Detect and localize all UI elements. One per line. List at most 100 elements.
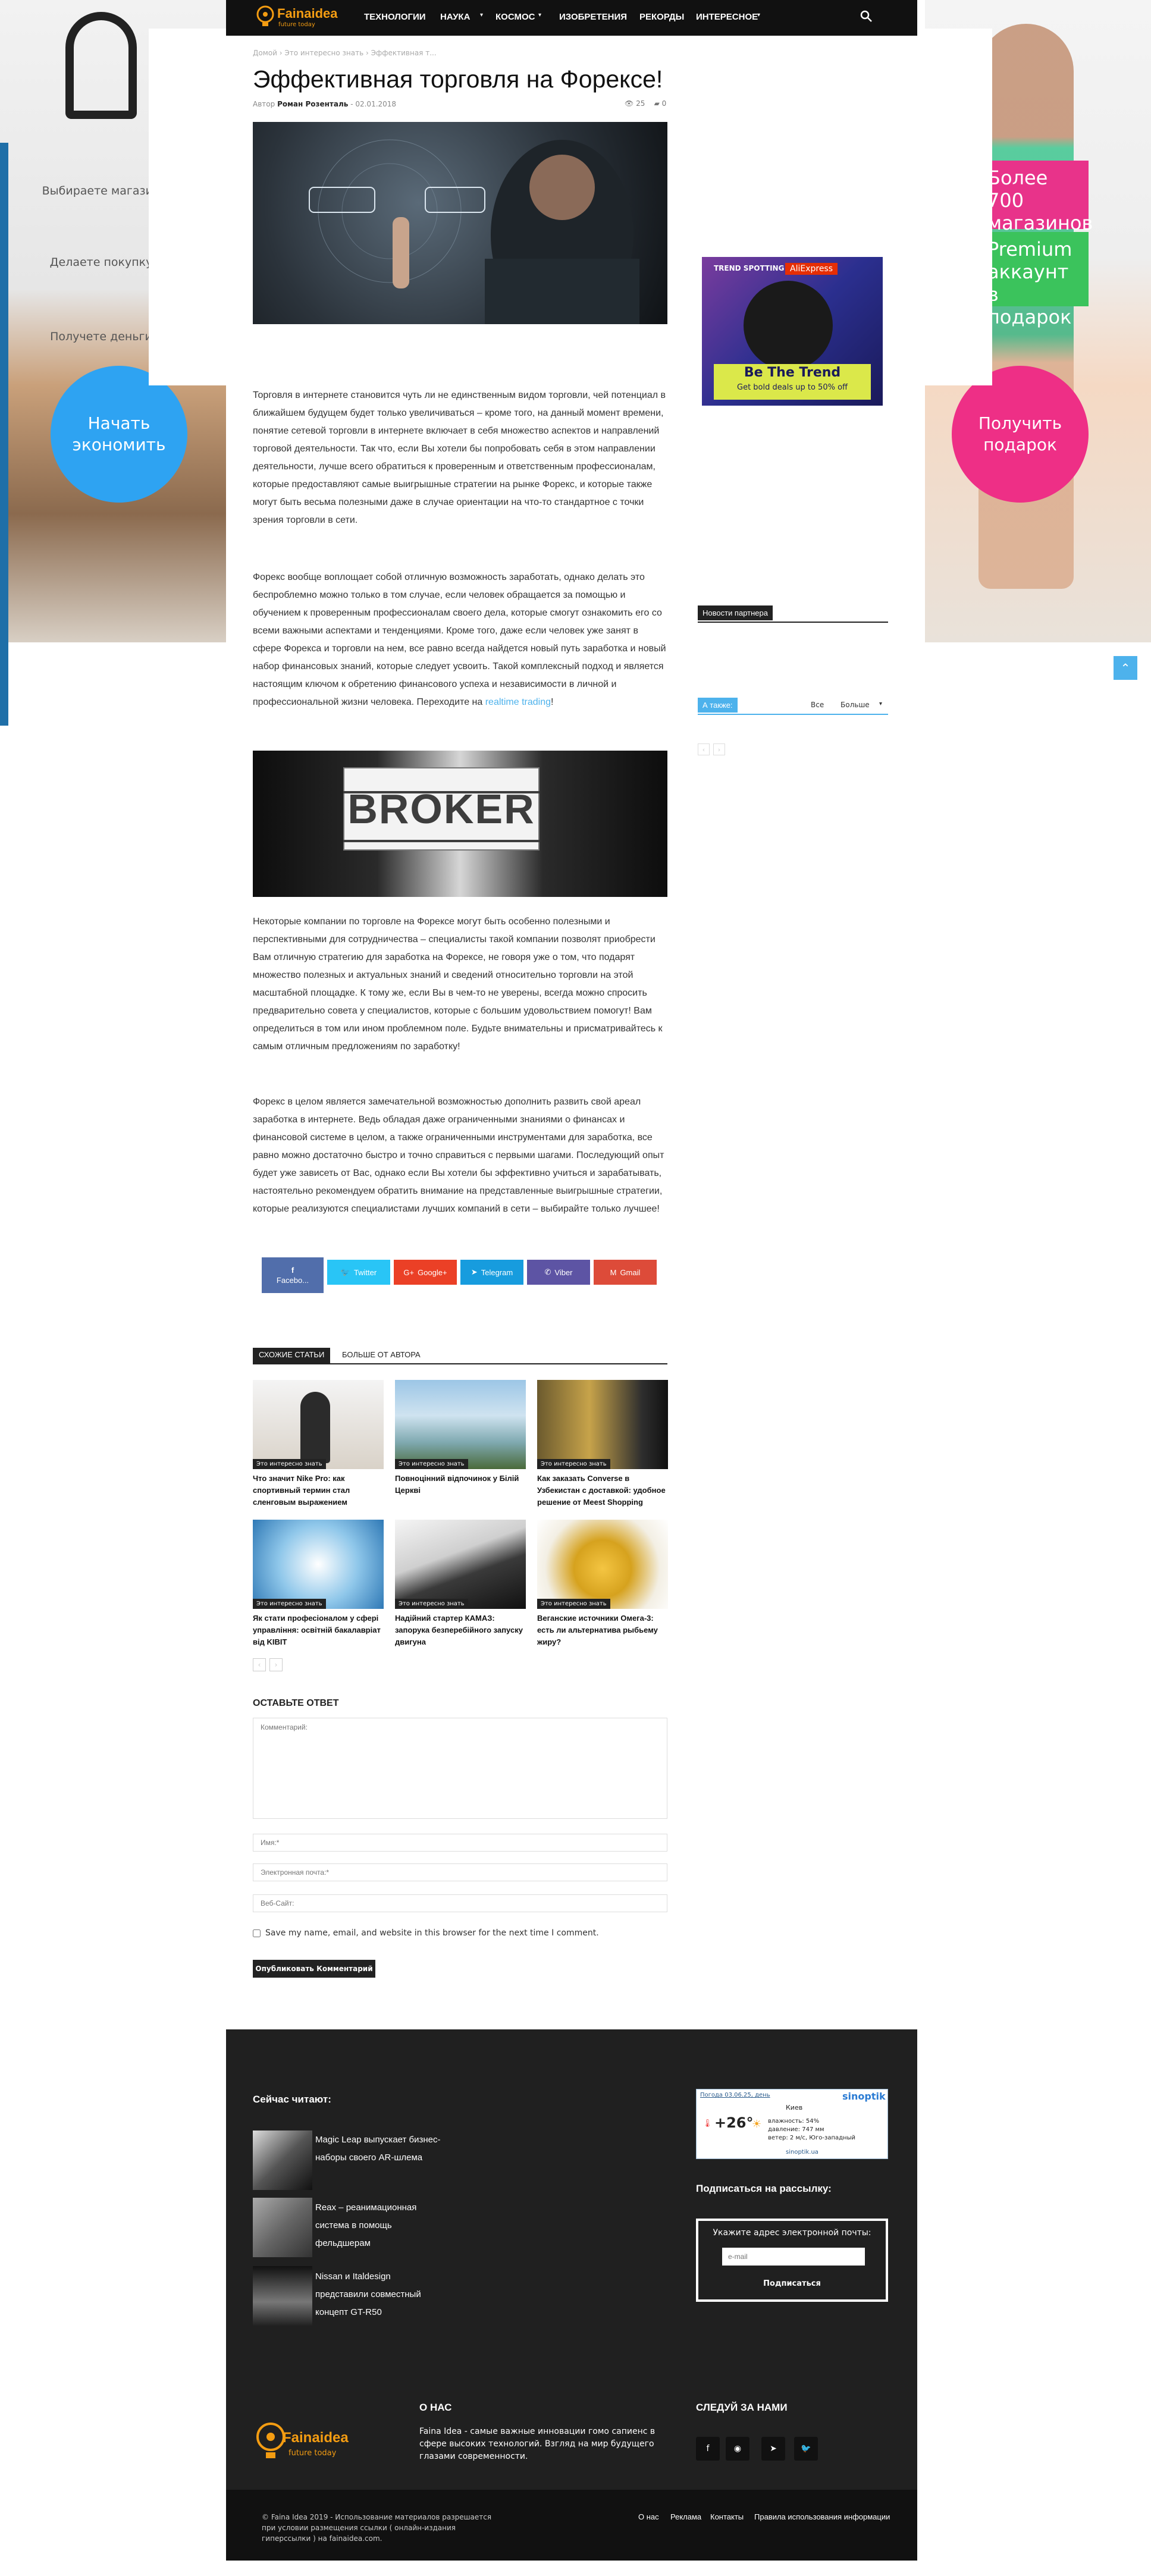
share-gmail-button[interactable]: M Gmail [594,1260,657,1285]
footer-post-image[interactable] [253,2131,312,2190]
related-title[interactable]: Веганские источники Омега-3: есть ли аль… [537,1612,668,1648]
scroll-to-top-button[interactable]: ⌃ [1114,656,1137,680]
category-badge[interactable]: Это интересно знать [253,1459,326,1469]
related-image[interactable]: Это интересно знать [395,1380,526,1469]
save-info-label: Save my name, email, and website in this… [265,1928,599,1938]
tab-related[interactable]: СХОЖИЕ СТАТЬИ [253,1348,331,1363]
share-twitter-label: Twitter [353,1267,377,1277]
search-icon[interactable] [860,10,874,24]
category-badge[interactable]: Это интересно знать [395,1599,468,1609]
ad-brand: AliExpress [785,263,838,275]
share-google-button[interactable]: G+ Google+ [394,1260,457,1285]
next-page-button[interactable]: › [269,1658,283,1671]
comments-count[interactable]: 0 [662,99,667,108]
nav-item-space[interactable]: КОСМОС [495,12,535,22]
subscribe-button[interactable]: Подписаться [698,2279,886,2288]
telegram-icon[interactable]: ➤ [761,2437,785,2461]
related-image[interactable]: Это интересно знать [395,1520,526,1609]
realtime-trading-link[interactable]: realtime trading [485,697,551,707]
thermometer-icon: 🌡 [702,2119,713,2128]
footer-post-title[interactable]: Nissan и Italdesign представили совместн… [315,2268,446,2321]
nav-item-science[interactable]: НАУКА [440,12,470,22]
nav-item-interesting[interactable]: ИНТЕРЕСНОЕ [696,12,758,22]
prev-page-button[interactable]: ‹ [253,1658,266,1671]
comment-icon[interactable]: ▰ [654,99,660,108]
related-card[interactable]: Это интересно знать Что значит Nike Pro:… [253,1380,384,1508]
name-field[interactable] [253,1834,667,1852]
related-image[interactable]: Это интересно знать [537,1520,668,1609]
partner-news-underline [698,622,888,623]
comment-textarea[interactable] [253,1718,667,1819]
aliexpress-ad[interactable]: TREND SPOTTING AliExpress Be The Trend G… [702,257,883,406]
related-image[interactable]: Это интересно знать [253,1380,384,1469]
weather-site-link[interactable]: sinoptik.ua [786,2149,818,2155]
save-info-checkbox[interactable] [253,1929,261,1937]
related-title[interactable]: Як стати професіоналом у сфері управлінн… [253,1612,384,1648]
related-card[interactable]: Это интересно знать Надійний стартер КАМ… [395,1520,526,1648]
footer-link-contacts[interactable]: Контакты [710,2512,744,2521]
sun-icon: ☀ [752,2118,762,2131]
category-badge[interactable]: Это интересно знать [537,1459,610,1469]
footer-post-image[interactable] [253,2266,312,2326]
article-paragraph-4: Форекс в целом является замечательной во… [253,1097,664,1214]
related-card[interactable]: Это интересно знать Как заказать Convers… [537,1380,668,1508]
sidebar-prev-button[interactable]: ‹ [698,743,710,755]
start-saving-button[interactable]: Начать экономить [51,366,187,503]
footer-link-ads[interactable]: Реклама [670,2512,701,2521]
related-image[interactable]: Это интересно знать [253,1520,384,1609]
weather-widget[interactable]: Погода 03.06.25, день sinoptik Киев 🌡 +2… [696,2089,888,2159]
left-edge-bar [0,143,8,726]
twitter-icon[interactable]: 🐦 [794,2437,818,2461]
site-logo[interactable]: Fainaidea future today [255,4,350,32]
footer-link-rules[interactable]: Правила использования информации [754,2512,890,2521]
subscribe-prompt: Укажите адрес электронной почты: [713,2228,871,2238]
about-text: Faina Idea - самые важные инновации гомо… [419,2427,656,2461]
subscribe-email-input[interactable] [722,2248,865,2266]
ad-model-image [744,281,833,370]
share-twitter-button[interactable]: 🐦 Twitter [327,1260,390,1285]
filter-all[interactable]: Все [811,701,824,709]
promo-premium: Premium аккаунт в подарок [976,232,1089,328]
category-badge[interactable]: Это интересно знать [537,1599,610,1609]
get-gift-button[interactable]: Получить подарок [952,366,1089,503]
related-title[interactable]: Повноцінний відпочинок у Білій Церкві [395,1473,526,1496]
share-facebook-button[interactable]: f Facebo... [262,1257,324,1293]
related-card[interactable]: Это интересно знать Веганские источники … [537,1520,668,1648]
footer-link-about[interactable]: О нас [638,2512,659,2521]
facebook-icon[interactable]: f [696,2437,720,2461]
filter-more[interactable]: Больше [840,701,870,709]
related-title[interactable]: Как заказать Converse в Узбекистан с дос… [537,1473,668,1508]
related-image[interactable]: Это интересно знать [537,1380,668,1469]
related-card[interactable]: Это интересно знать Повноцінний відпочин… [395,1380,526,1496]
share-viber-button[interactable]: ✆ Viber [527,1260,590,1285]
category-badge[interactable]: Это интересно знать [253,1599,326,1609]
category-badge[interactable]: Это интересно знать [395,1459,468,1469]
footer-post-image[interactable] [253,2198,312,2257]
tab-more-from-author[interactable]: БОЛЬШЕ ОТ АВТОРА [336,1348,426,1363]
nav-item-inventions[interactable]: ИЗОБРЕТЕНИЯ [559,12,627,22]
sidebar-next-button[interactable]: › [713,743,725,755]
breadcrumb-home[interactable]: Домой [253,49,277,57]
footer-post-title[interactable]: Reax – реанимационная система в помощь ф… [315,2199,446,2252]
related-title[interactable]: Что значит Nike Pro: как спортивный терм… [253,1473,384,1508]
footer-logo[interactable]: Fainaidea future today [253,2418,349,2471]
share-telegram-button[interactable]: ➤ Telegram [460,1260,523,1285]
rss-icon[interactable]: ◉ [726,2437,749,2461]
website-field[interactable] [253,1894,667,1912]
athlete-figure [300,1392,330,1463]
weather-temp: +26° [714,2114,754,2131]
related-title[interactable]: Надійний стартер КАМАЗ: запорука безпере… [395,1612,526,1648]
article-date: 02.01.2018 [355,100,397,108]
footer-post-title[interactable]: Magic Leap выпускает бизнес-наборы своег… [315,2131,446,2167]
share-viber-label: Viber [554,1267,573,1277]
follow-title: СЛЕДУЙ ЗА НАМИ [696,2402,788,2413]
nav-item-tech[interactable]: ТЕХНОЛОГИИ [364,12,426,22]
chevron-down-icon[interactable]: ▾ [879,701,882,707]
author-link[interactable]: Роман Розенталь [277,100,348,108]
footer-logo-subtitle: future today [288,2449,337,2458]
nav-item-records[interactable]: РЕКОРДЫ [639,12,684,22]
submit-comment-button[interactable]: Опубликовать Комментарий [253,1960,375,1978]
email-field[interactable] [253,1863,667,1881]
related-card[interactable]: Это интересно знать Як стати професіонал… [253,1520,384,1648]
breadcrumb-category[interactable]: Это интересно знать [284,49,363,57]
